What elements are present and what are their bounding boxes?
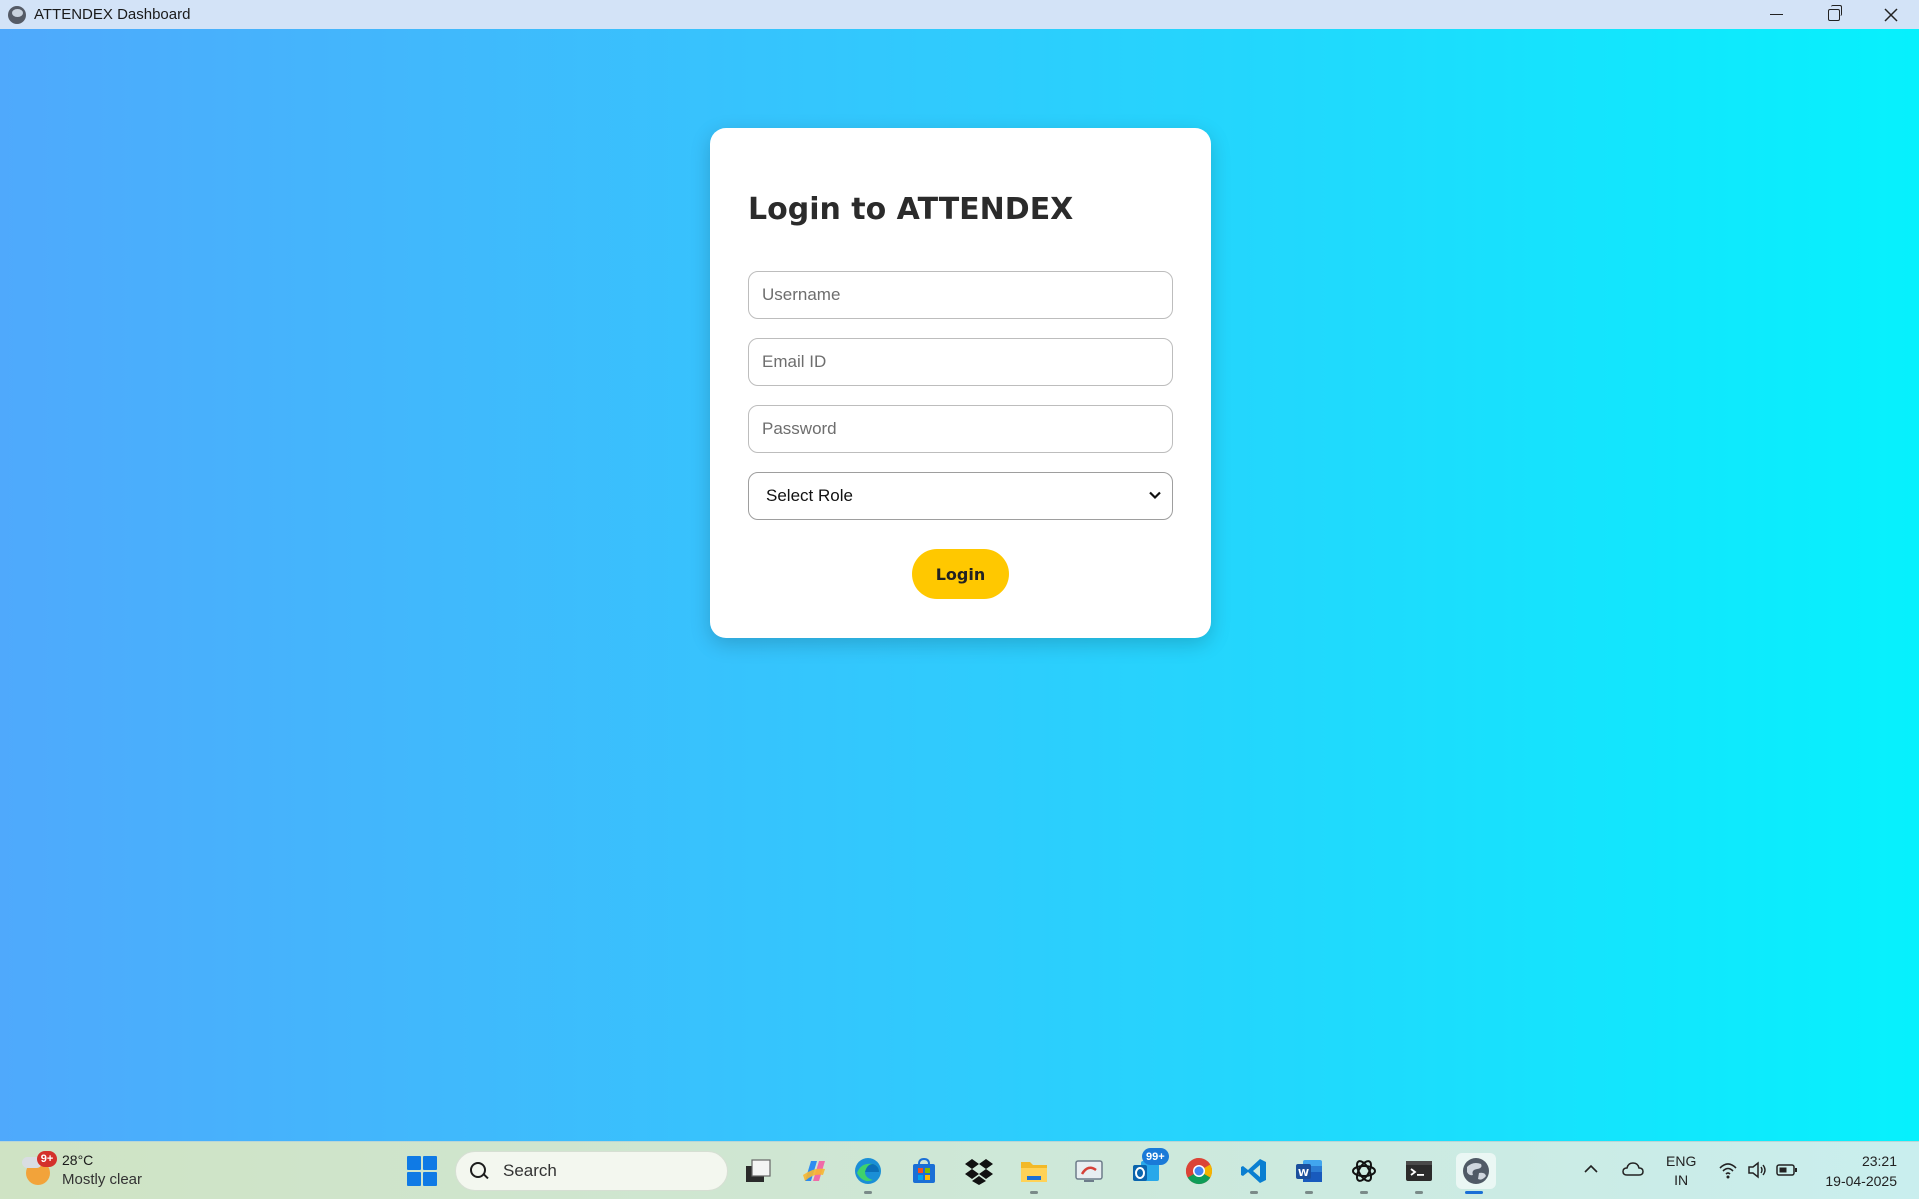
username-input[interactable] bbox=[748, 271, 1173, 319]
task-view-icon[interactable] bbox=[740, 1153, 776, 1189]
weather-widget[interactable]: 9+ 28°C Mostly clear bbox=[22, 1151, 142, 1189]
login-button[interactable]: Login bbox=[912, 549, 1009, 599]
chevron-up-icon[interactable] bbox=[1584, 1164, 1598, 1174]
outlook-icon[interactable]: 99+ bbox=[1128, 1148, 1169, 1189]
language-indicator[interactable]: ENG IN bbox=[1666, 1152, 1696, 1190]
login-card: Login to ATTENDEX Select Role Login bbox=[710, 128, 1211, 638]
wifi-icon[interactable] bbox=[1718, 1161, 1738, 1179]
weather-temperature: 28°C bbox=[62, 1152, 94, 1168]
close-button[interactable] bbox=[1862, 0, 1919, 29]
file-explorer-icon[interactable] bbox=[1016, 1153, 1052, 1194]
email-input[interactable] bbox=[748, 338, 1173, 386]
search-label: Search bbox=[503, 1161, 557, 1180]
language-code: ENG bbox=[1666, 1153, 1697, 1169]
microsoft-store-icon[interactable] bbox=[906, 1153, 942, 1189]
role-select[interactable]: Select Role bbox=[748, 472, 1173, 520]
edge-icon[interactable] bbox=[850, 1153, 886, 1194]
chevron-down-icon bbox=[1149, 491, 1161, 500]
weather-badge: 9+ bbox=[37, 1151, 57, 1167]
dropbox-icon[interactable] bbox=[961, 1153, 997, 1189]
start-button[interactable] bbox=[407, 1156, 437, 1186]
svg-text:W: W bbox=[1298, 1168, 1309, 1179]
battery-icon[interactable] bbox=[1776, 1163, 1798, 1177]
vs-code-icon[interactable] bbox=[1236, 1153, 1272, 1194]
search-icon bbox=[470, 1162, 488, 1180]
app-globe-icon bbox=[8, 5, 26, 24]
outlook-badge: 99+ bbox=[1142, 1148, 1169, 1165]
onedrive-icon[interactable] bbox=[1622, 1161, 1644, 1177]
page-background: Login to ATTENDEX Select Role Login bbox=[0, 29, 1919, 1141]
remote-desktop-icon[interactable] bbox=[1071, 1153, 1107, 1189]
login-heading: Login to ATTENDEX bbox=[748, 192, 1074, 227]
taskbar: 9+ 28°C Mostly clear Search 99+ W ENG IN… bbox=[0, 1141, 1919, 1199]
terminal-icon[interactable] bbox=[1401, 1153, 1437, 1194]
attendex-app-icon[interactable] bbox=[1456, 1153, 1496, 1194]
minimize-button[interactable] bbox=[1748, 0, 1805, 29]
password-input[interactable] bbox=[748, 405, 1173, 453]
title-bar: ATTENDEX Dashboard bbox=[0, 0, 1919, 29]
volume-icon[interactable] bbox=[1747, 1161, 1767, 1179]
role-select-value: Select Role bbox=[766, 486, 853, 505]
window-controls bbox=[1748, 0, 1919, 29]
window-title: ATTENDEX Dashboard bbox=[34, 6, 191, 23]
language-region: IN bbox=[1674, 1172, 1689, 1188]
chrome-icon[interactable] bbox=[1181, 1153, 1217, 1189]
minimize-icon bbox=[1770, 13, 1783, 16]
restore-icon bbox=[1827, 4, 1842, 21]
word-icon[interactable]: W bbox=[1291, 1153, 1327, 1194]
weather-description: Mostly clear bbox=[62, 1171, 143, 1188]
copilot-icon[interactable] bbox=[796, 1153, 832, 1189]
clock-date: 19-04-2025 bbox=[1825, 1173, 1897, 1189]
restore-button[interactable] bbox=[1805, 0, 1862, 29]
weather-icon: 9+ bbox=[22, 1151, 57, 1185]
taskbar-search[interactable]: Search bbox=[455, 1151, 728, 1191]
close-icon bbox=[1883, 7, 1898, 22]
clock-time: 23:21 bbox=[1861, 1153, 1897, 1169]
chatgpt-icon[interactable] bbox=[1346, 1153, 1382, 1194]
system-clock[interactable]: 23:21 19-04-2025 bbox=[1825, 1151, 1897, 1191]
